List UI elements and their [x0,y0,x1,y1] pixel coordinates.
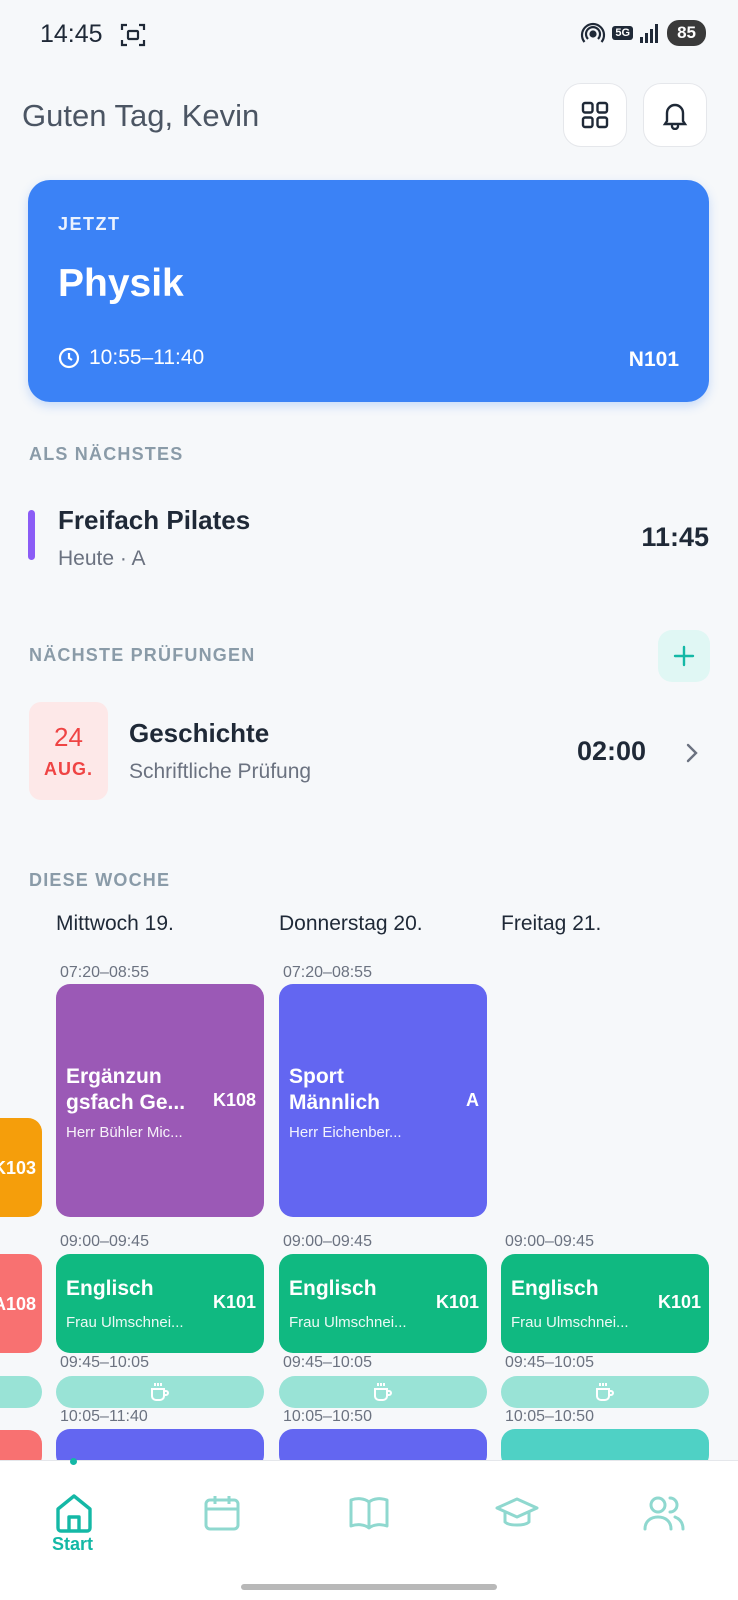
day-header-thu: Donnerstag 20. [279,912,423,935]
users-icon [643,1496,685,1531]
lesson-room: K101 [435,1292,479,1312]
hotspot-icon [581,22,606,43]
grid-icon [581,101,609,129]
day-header-wed: Mittwoch 19. [56,912,174,935]
lesson-room: A [466,1090,479,1110]
lesson-room: K101 [657,1292,701,1312]
coffee-icon [151,1383,169,1401]
exam-type: Schriftliche Prüfung [129,760,312,783]
exams-section-label: NÄCHSTE PRÜFUNGEN [29,645,256,665]
wed-break-time: 09:45–10:05 [60,1354,149,1371]
next-meta: Heute · A [58,547,146,570]
fri-break [501,1376,709,1408]
battery-level: 85 [667,20,706,46]
fri-break-time: 09:45–10:05 [505,1354,594,1371]
wed-slot1-time: 07:20–08:55 [60,964,149,981]
greeting: Guten Tag, Kevin [22,98,260,133]
exam-subject[interactable]: Geschichte [129,718,269,749]
prev-day-lesson[interactable]: K103 [0,1118,42,1217]
thu-slot2-time: 09:00–09:45 [283,1233,372,1250]
fri-lesson-2[interactable]: Englisch K101 Frau Ulmschnei... [501,1254,709,1353]
prev-day-break [0,1376,42,1408]
clock-icon [58,347,80,369]
exam-day: 24 [54,722,83,752]
wed-break [56,1376,264,1408]
lesson-room: K108 [212,1090,256,1110]
next-accent-bar [28,510,35,560]
thu-slot1-time: 07:20–08:55 [283,964,372,981]
lesson-teacher: Frau Ulmschnei... [511,1314,629,1331]
lesson-title: Englisch [66,1277,154,1300]
current-subject: Physik [58,262,184,305]
wed-lesson-1[interactable]: Ergänzun gsfach Ge... K108 Herr Bühler M… [56,984,264,1217]
active-nav-indicator [70,1458,77,1465]
graduation-cap-icon [495,1497,539,1527]
thu-lesson-2[interactable]: Englisch K101 Frau Ulmschnei... [279,1254,487,1353]
book-icon [349,1497,389,1530]
lesson-room: A108 [0,1294,36,1314]
plus-icon [673,645,695,667]
fri-slot3-time: 10:05–10:50 [505,1408,594,1425]
lesson-title: Englisch [511,1277,599,1300]
thu-break-time: 09:45–10:05 [283,1354,372,1371]
lesson-title: Englisch [289,1277,377,1300]
thu-slot3-time: 10:05–10:50 [283,1408,372,1425]
wed-lesson-2[interactable]: Englisch K101 Frau Ulmschnei... [56,1254,264,1353]
bottom-navigation [0,1460,738,1600]
nav-subjects[interactable] [339,1483,399,1543]
now-label: JETZT [58,214,121,234]
nav-calendar[interactable] [192,1483,252,1543]
status-time: 14:45 [40,20,103,48]
wed-slot2-time: 09:00–09:45 [60,1233,149,1250]
nav-contacts[interactable] [634,1483,694,1543]
current-lesson-card[interactable]: JETZT Physik 10:55–11:40 N101 [28,180,709,402]
prev-day-lesson[interactable]: A108 [0,1254,42,1353]
status-indicators: 5G 85 [580,20,706,46]
next-time: 11:45 [641,522,709,552]
exam-date-badge: 24 AUG. [29,702,108,800]
fri-slot2-time: 09:00–09:45 [505,1233,594,1250]
thu-break [279,1376,487,1408]
lesson-teacher: Frau Ulmschnei... [66,1314,184,1331]
screenshot-icon [120,23,146,47]
coffee-icon [596,1383,614,1401]
bell-icon [662,103,688,130]
lesson-room: K101 [212,1292,256,1312]
lesson-title: Ergänzun gsfach Ge... [66,1065,186,1114]
week-section-label: DIESE WOCHE [29,870,171,890]
lesson-teacher: Herr Bühler Mic... [66,1124,183,1141]
network-type: 5G [612,26,634,40]
calendar-icon [204,1496,240,1531]
home-icon [56,1494,92,1533]
exam-time: 02:00 [577,736,647,766]
widgets-button[interactable] [563,83,627,147]
next-section-label: ALS NÄCHSTES [29,444,184,464]
exam-month: AUG. [44,759,93,779]
wed-slot3-time: 10:05–11:40 [60,1408,148,1425]
lesson-teacher: Frau Ulmschnei... [289,1314,407,1331]
nav-grades[interactable] [487,1483,547,1543]
day-header-fri: Freitag 21. [501,912,602,935]
notifications-button[interactable] [643,83,707,147]
lesson-room: K103 [0,1158,36,1178]
next-subject[interactable]: Freifach Pilates [58,505,250,536]
thu-lesson-1[interactable]: Sport Männlich A Herr Eichenber... [279,984,487,1217]
coffee-icon [374,1383,392,1401]
current-time: 10:55–11:40 [89,346,205,369]
lesson-teacher: Herr Eichenber... [289,1124,402,1141]
status-bar: 14:45 5G 85 [0,0,738,70]
lesson-title: Sport Männlich [289,1065,381,1114]
current-time-row: 10:55–11:40 [58,346,204,370]
current-room: N101 [628,348,679,371]
signal-icon [640,24,659,43]
nav-home-label: Start [52,1534,94,1554]
chevron-right-icon[interactable] [684,741,700,765]
home-indicator[interactable] [241,1584,497,1590]
add-exam-button[interactable] [658,630,710,682]
